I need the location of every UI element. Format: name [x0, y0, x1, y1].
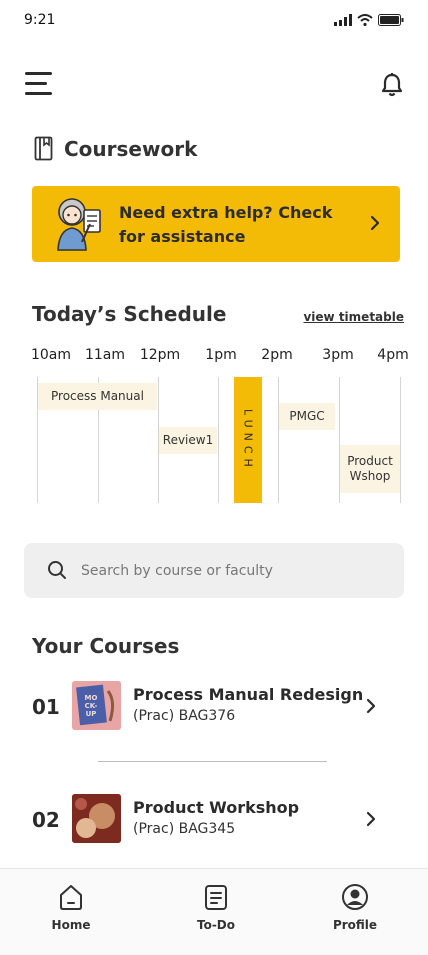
course-name: Process Manual Redesign: [133, 685, 364, 704]
signal-icon: [334, 14, 352, 26]
time-label: 4pm: [377, 347, 409, 363]
tab-home[interactable]: Home: [26, 883, 116, 932]
status-time: 9:21: [24, 12, 56, 28]
menu-icon: [25, 92, 52, 95]
wifi-icon: [357, 14, 373, 26]
time-label: 10am: [30, 347, 72, 363]
search-input[interactable]: [81, 543, 391, 598]
time-label: 1pm: [205, 347, 237, 363]
time-label: 12pm: [139, 347, 181, 363]
course-thumbnail-text: MO CK- UP: [84, 694, 98, 718]
time-label: 11am: [84, 347, 126, 363]
course-divider: [98, 761, 327, 762]
tab-todo-label: To-Do: [196, 918, 236, 932]
view-timetable-link[interactable]: view timetable: [303, 310, 404, 324]
page-title: Coursework: [64, 137, 198, 161]
search-icon: [48, 561, 66, 579]
grid-line: [218, 377, 219, 503]
status-bar: 9:21: [0, 0, 428, 40]
search-bar[interactable]: [24, 543, 404, 598]
tab-todo[interactable]: To-Do: [171, 883, 261, 932]
home-icon: [60, 885, 82, 910]
schedule-title: Today’s Schedule: [32, 302, 227, 326]
schedule-event[interactable]: Review1: [159, 427, 217, 454]
course-number: 01: [32, 695, 60, 719]
tab-home-label: Home: [51, 918, 91, 932]
menu-icon: [25, 82, 47, 85]
status-icons: [334, 14, 404, 26]
todo-icon: [205, 885, 227, 910]
menu-icon: [25, 72, 52, 75]
course-thumbnail: MO CK- UP: [72, 681, 121, 730]
tutor-avatar-icon: [57, 198, 101, 251]
tab-profile-label: Profile: [332, 918, 378, 932]
schedule-event[interactable]: Product Wshop: [340, 445, 400, 493]
workshop-photo-image: [72, 794, 121, 843]
course-code: (Prac) BAG345: [133, 821, 236, 837]
chevron-right-icon: [370, 215, 380, 231]
time-label: 3pm: [322, 347, 354, 363]
chevron-right-icon: [366, 811, 376, 827]
lunch-block: LUNCH: [234, 377, 262, 503]
profile-icon: [342, 884, 368, 910]
menu-button[interactable]: [25, 70, 53, 98]
help-banner[interactable]: Need extra help? Check for assistance: [32, 186, 400, 262]
notifications-button[interactable]: [380, 72, 404, 98]
bell-icon: [381, 73, 403, 97]
section-header: Coursework: [34, 136, 197, 162]
courses-title: Your Courses: [32, 634, 180, 658]
course-item[interactable]: 02 Product Workshop (Prac) BAG345: [0, 794, 428, 854]
schedule-event[interactable]: PMGC: [279, 403, 335, 430]
course-name: Product Workshop: [133, 798, 300, 817]
grid-line: [278, 377, 279, 503]
time-label: 2pm: [261, 347, 293, 363]
course-code: (Prac) BAG376: [133, 708, 236, 724]
bottom-tab-bar: Home To-Do Profile: [0, 868, 428, 955]
grid-line: [400, 377, 401, 503]
chevron-right-icon: [366, 698, 376, 714]
schedule-event[interactable]: Process Manual: [38, 383, 157, 410]
course-thumbnail: [72, 794, 121, 843]
course-item[interactable]: 01 MO CK- UP Process Manual Redesign (Pr…: [0, 681, 428, 741]
book-icon: [34, 136, 53, 161]
battery-icon: [378, 14, 404, 26]
course-number: 02: [32, 808, 60, 832]
help-banner-text: Need extra help? Check for assistance: [119, 203, 333, 246]
lunch-label: LUNCH: [241, 408, 255, 472]
tab-profile[interactable]: Profile: [310, 883, 400, 932]
